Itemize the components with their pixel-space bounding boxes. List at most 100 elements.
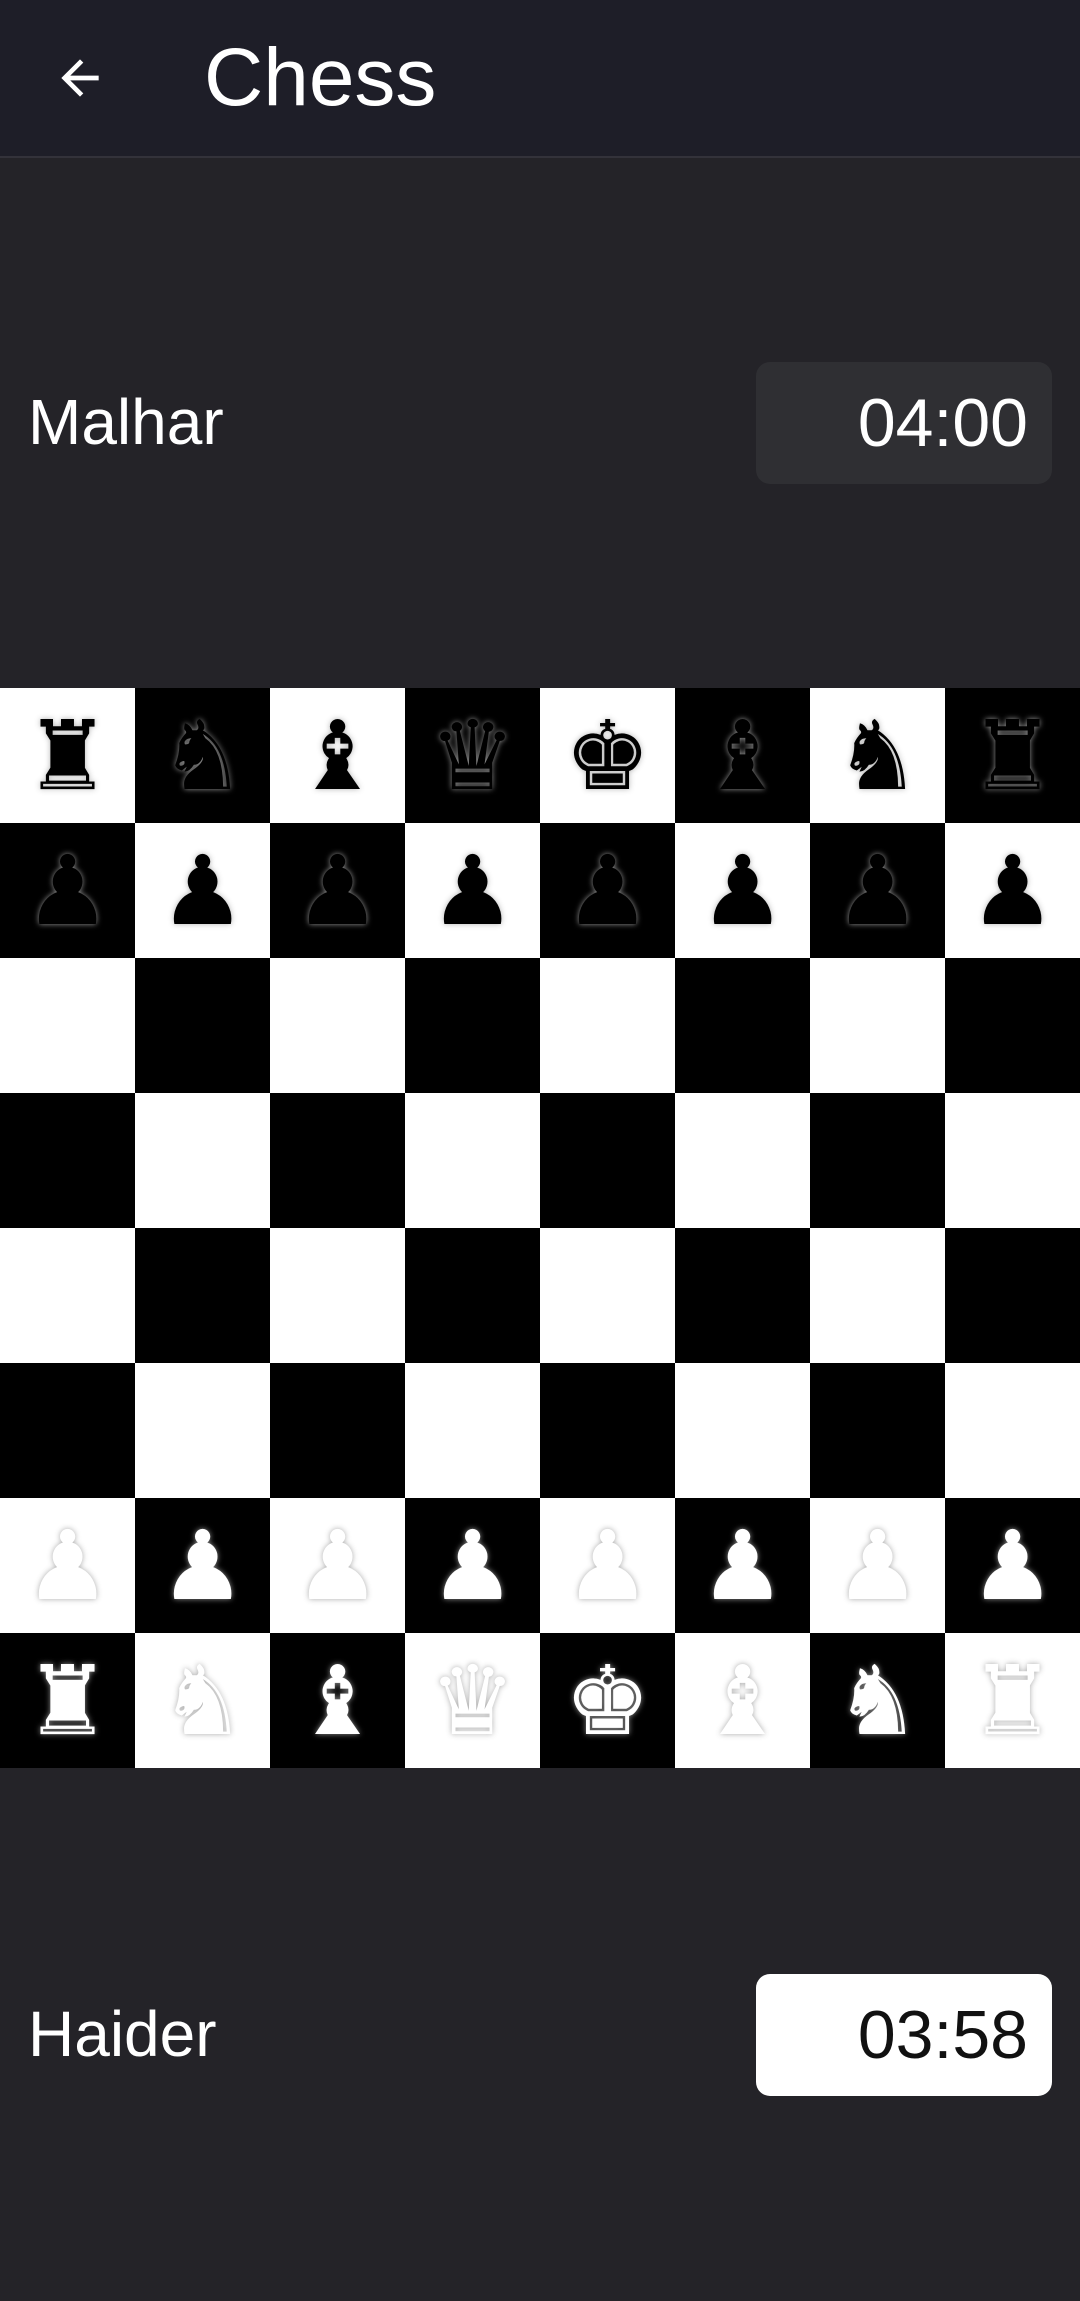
white-king-piece[interactable]: ♚ [564,1653,650,1749]
chess-board[interactable]: ♜ ♞ ♝ ♛ ♚ ♝ ♞ ♜ ♟ ♟ ♟ ♟ ♟ ♟ ♟ ♟ ♟ ♟ ♟ ♟ ♟ ♟ ♟ ♟ ♜ ♞ ♝ ♛ ♚ ♝ ♞ ♜ [0,688,1080,1768]
black-knight-piece[interactable]: ♞ [159,708,245,804]
board-square[interactable]: ♟ [0,823,135,958]
board-square[interactable] [270,1093,405,1228]
board-square[interactable]: ♟ [675,1498,810,1633]
white-pawn-piece[interactable]: ♟ [429,1518,515,1614]
board-square[interactable]: ♟ [945,1498,1080,1633]
black-pawn-piece[interactable]: ♟ [834,843,920,939]
black-queen-piece[interactable]: ♛ [429,708,515,804]
board-square[interactable] [540,1363,675,1498]
board-square[interactable] [540,958,675,1093]
board-square[interactable]: ♝ [270,1633,405,1768]
board-square[interactable] [540,1093,675,1228]
board-square[interactable]: ♞ [810,688,945,823]
board-square[interactable] [405,958,540,1093]
board-square[interactable] [945,1093,1080,1228]
board-square[interactable]: ♟ [135,823,270,958]
board-square[interactable] [675,958,810,1093]
white-queen-piece[interactable]: ♛ [429,1653,515,1749]
board-square[interactable] [270,958,405,1093]
board-square[interactable] [810,1363,945,1498]
board-square[interactable] [0,958,135,1093]
board-square[interactable] [270,1363,405,1498]
board-square[interactable] [945,1363,1080,1498]
black-pawn-piece[interactable]: ♟ [969,843,1055,939]
black-knight-piece[interactable]: ♞ [834,708,920,804]
board-square[interactable]: ♝ [270,688,405,823]
board-square[interactable]: ♞ [135,688,270,823]
board-square[interactable] [0,1363,135,1498]
board-square[interactable]: ♟ [810,1498,945,1633]
board-square[interactable] [405,1228,540,1363]
board-square[interactable]: ♛ [405,1633,540,1768]
board-square[interactable] [135,1228,270,1363]
board-square[interactable]: ♟ [540,823,675,958]
white-rook-piece[interactable]: ♜ [969,1653,1055,1749]
board-square[interactable] [270,1228,405,1363]
board-square[interactable]: ♟ [270,1498,405,1633]
opponent-row: Malhar 04:00 [0,362,1080,484]
black-pawn-piece[interactable]: ♟ [699,843,785,939]
board-square[interactable]: ♟ [405,1498,540,1633]
board-square[interactable]: ♟ [135,1498,270,1633]
board-square[interactable] [945,958,1080,1093]
back-button[interactable] [40,38,120,118]
board-square[interactable] [810,958,945,1093]
black-bishop-piece[interactable]: ♝ [699,708,785,804]
white-knight-piece[interactable]: ♞ [834,1653,920,1749]
board-square[interactable]: ♜ [0,1633,135,1768]
board-square[interactable] [810,1093,945,1228]
white-bishop-piece[interactable]: ♝ [294,1653,380,1749]
board-square[interactable]: ♝ [675,688,810,823]
board-square[interactable]: ♜ [0,688,135,823]
board-square[interactable] [135,958,270,1093]
black-pawn-piece[interactable]: ♟ [564,843,650,939]
board-square[interactable]: ♟ [0,1498,135,1633]
board-square[interactable]: ♜ [945,688,1080,823]
board-square[interactable] [945,1228,1080,1363]
white-rook-piece[interactable]: ♜ [24,1653,110,1749]
board-square[interactable] [540,1228,675,1363]
white-pawn-piece[interactable]: ♟ [294,1518,380,1614]
board-square[interactable] [0,1093,135,1228]
white-pawn-piece[interactable]: ♟ [24,1518,110,1614]
board-square[interactable]: ♞ [135,1633,270,1768]
board-square[interactable]: ♚ [540,688,675,823]
board-square[interactable] [675,1228,810,1363]
black-rook-piece[interactable]: ♜ [24,708,110,804]
board-square[interactable]: ♞ [810,1633,945,1768]
board-square[interactable] [405,1363,540,1498]
white-pawn-piece[interactable]: ♟ [564,1518,650,1614]
board-square[interactable] [0,1228,135,1363]
white-pawn-piece[interactable]: ♟ [159,1518,245,1614]
black-pawn-piece[interactable]: ♟ [294,843,380,939]
board-square[interactable] [675,1363,810,1498]
white-pawn-piece[interactable]: ♟ [969,1518,1055,1614]
board-square[interactable] [810,1228,945,1363]
black-pawn-piece[interactable]: ♟ [24,843,110,939]
white-pawn-piece[interactable]: ♟ [699,1518,785,1614]
black-bishop-piece[interactable]: ♝ [294,708,380,804]
board-square[interactable] [135,1363,270,1498]
board-square[interactable]: ♟ [270,823,405,958]
board-square[interactable]: ♟ [675,823,810,958]
black-rook-piece[interactable]: ♜ [969,708,1055,804]
player-row: Haider 03:58 [0,1974,1080,2096]
board-square[interactable] [405,1093,540,1228]
board-square[interactable]: ♛ [405,688,540,823]
white-bishop-piece[interactable]: ♝ [699,1653,785,1749]
white-knight-piece[interactable]: ♞ [159,1653,245,1749]
board-square[interactable]: ♟ [945,823,1080,958]
white-pawn-piece[interactable]: ♟ [834,1518,920,1614]
board-square[interactable]: ♟ [540,1498,675,1633]
black-king-piece[interactable]: ♚ [564,708,650,804]
board-square[interactable]: ♟ [405,823,540,958]
board-square[interactable]: ♚ [540,1633,675,1768]
board-square[interactable]: ♜ [945,1633,1080,1768]
board-square[interactable] [135,1093,270,1228]
black-pawn-piece[interactable]: ♟ [159,843,245,939]
board-square[interactable] [675,1093,810,1228]
board-square[interactable]: ♝ [675,1633,810,1768]
board-square[interactable]: ♟ [810,823,945,958]
black-pawn-piece[interactable]: ♟ [429,843,515,939]
